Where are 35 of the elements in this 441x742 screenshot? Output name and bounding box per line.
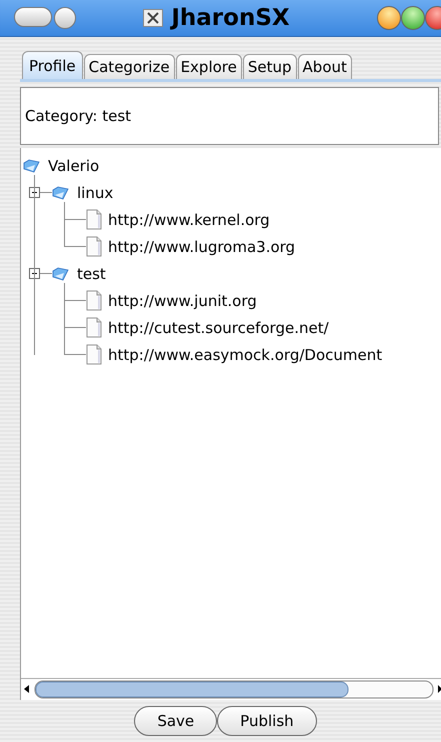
- shade-button[interactable]: [14, 7, 52, 27]
- scroll-right-arrow[interactable]: [438, 685, 441, 693]
- document-icon: [86, 344, 102, 365]
- tab[interactable]: About: [298, 54, 352, 79]
- tree-folder[interactable]: test: [77, 264, 106, 282]
- tree-folder[interactable]: Valerio: [48, 156, 100, 174]
- action-button[interactable]: Publish: [217, 706, 317, 736]
- minimize-button[interactable]: [54, 7, 76, 29]
- tree-link[interactable]: http://www.junit.org: [108, 292, 257, 310]
- minimize-button[interactable]: [377, 6, 401, 30]
- collapse-toggle[interactable]: [29, 268, 40, 279]
- maximize-button[interactable]: [401, 6, 425, 30]
- document-icon: [86, 209, 102, 230]
- tree-link[interactable]: http://www.easymock.org/Document: [108, 346, 382, 364]
- document-icon: [86, 236, 102, 257]
- folder-icon: [23, 158, 40, 172]
- tree-link[interactable]: http://www.lugroma3.org: [108, 238, 296, 256]
- app-icon: [143, 9, 164, 27]
- horizontal-scrollbar[interactable]: [34, 680, 434, 698]
- scroll-left-arrow[interactable]: [24, 685, 29, 693]
- action-button[interactable]: Save: [134, 706, 218, 736]
- tab[interactable]: Categorize: [84, 54, 175, 79]
- tree-link[interactable]: http://cutest.sourceforge.net/: [108, 318, 329, 336]
- folder-icon: [52, 186, 69, 200]
- document-icon: [86, 290, 102, 311]
- category-label: Category: test: [20, 87, 439, 145]
- collapse-toggle[interactable]: [29, 187, 40, 198]
- tab[interactable]: Profile: [22, 51, 83, 79]
- folder-icon: [52, 266, 69, 280]
- tree-folder[interactable]: linux: [77, 184, 114, 202]
- window-title: JharonSX: [171, 5, 290, 31]
- document-icon: [86, 317, 102, 338]
- tab[interactable]: Setup: [242, 54, 297, 79]
- tree-link[interactable]: http://www.kernel.org: [108, 210, 270, 228]
- tab[interactable]: Explore: [176, 54, 242, 79]
